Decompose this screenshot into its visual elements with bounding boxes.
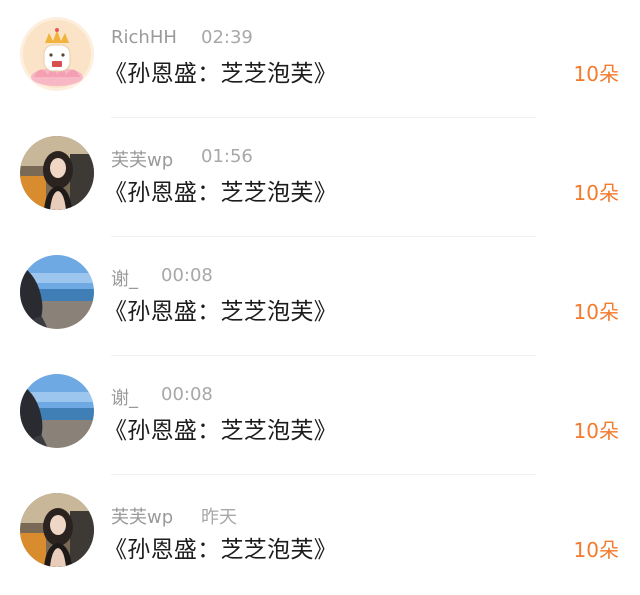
divider [111,474,536,475]
list-item[interactable]: 谢_ 00:08 《孙恩盛：芝芝泡芙》 10朵 [0,238,640,357]
timestamp: 01:56 [201,146,253,167]
list-item[interactable]: 谢_ 00:08 《孙恩盛：芝芝泡芙》 10朵 [0,357,640,476]
username[interactable]: 芙芙wp [111,503,173,529]
list-item[interactable]: RichHH 02:39 《孙恩盛：芝芝泡芙》 10朵 [0,0,640,119]
divider [111,117,536,118]
list-item[interactable]: 芙芙wp 昨天 《孙恩盛：芝芝泡芙》 10朵 [0,476,640,595]
gift-name: 《孙恩盛：芝芝泡芙》 [104,61,337,87]
avatar[interactable] [20,493,94,567]
username[interactable]: 谢_ [111,265,138,291]
avatar[interactable] [20,136,94,210]
avatar[interactable] [20,255,94,329]
girl-photo-avatar-icon [20,136,94,210]
timestamp: 02:39 [201,27,253,48]
gift-name: 《孙恩盛：芝芝泡芙》 [104,180,337,206]
girl-photo-avatar-icon [20,493,94,567]
gift-count: 10朵 [573,181,619,205]
username[interactable]: 芙芙wp [111,146,173,172]
avatar[interactable] [20,374,94,448]
gift-count: 10朵 [573,62,619,86]
beach-photo-avatar-icon [20,255,94,329]
beach-photo-avatar-icon [20,374,94,448]
username[interactable]: 谢_ [111,384,138,410]
list-item[interactable]: 芙芙wp 01:56 《孙恩盛：芝芝泡芙》 10朵 [0,119,640,238]
gift-count: 10朵 [573,419,619,443]
gift-name: 《孙恩盛：芝芝泡芙》 [104,299,337,325]
divider [111,236,536,237]
gift-count: 10朵 [573,300,619,324]
username[interactable]: RichHH [111,27,177,48]
timestamp: 昨天 [201,507,237,528]
gift-count: 10朵 [573,538,619,562]
gift-name: 《孙恩盛：芝芝泡芙》 [104,418,337,444]
divider [111,355,536,356]
gift-record-list: RichHH 02:39 《孙恩盛：芝芝泡芙》 10朵 芙芙wp 01:56 《… [0,0,640,593]
timestamp: 00:08 [161,265,213,286]
cartoon-avatar-icon [20,17,94,91]
gift-name: 《孙恩盛：芝芝泡芙》 [104,537,337,563]
timestamp: 00:08 [161,384,213,405]
avatar[interactable] [20,17,94,91]
